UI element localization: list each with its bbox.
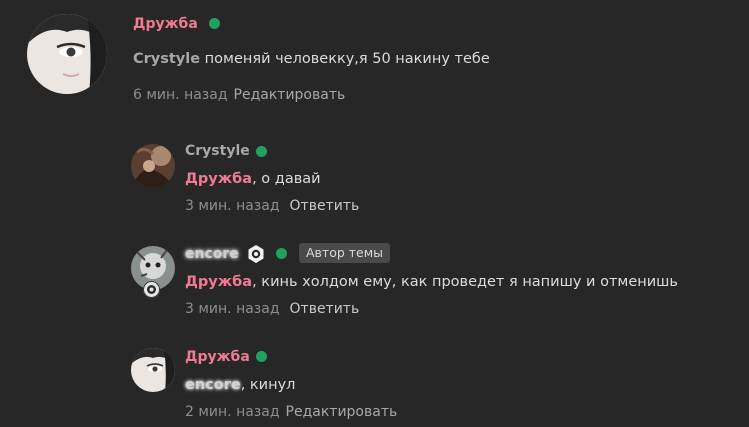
mention-link[interactable]: Дружба bbox=[185, 274, 252, 290]
comment-meta: 3 мин. назад Ответить bbox=[185, 300, 359, 318]
mention-link[interactable]: Дружба bbox=[185, 171, 252, 187]
comment-body: , о давай bbox=[252, 171, 321, 187]
comment-time: 2 мин. назад bbox=[185, 404, 280, 420]
comment-text: Crystyle поменяй человекку,я 50 накину т… bbox=[133, 49, 490, 69]
comment-body: , кинул bbox=[240, 377, 296, 393]
avatar[interactable] bbox=[131, 348, 175, 392]
comment-text: encore, кинул bbox=[185, 375, 295, 395]
topic-author-badge: Автор темы bbox=[299, 243, 391, 263]
mention-link[interactable]: encore bbox=[185, 377, 241, 393]
mention-link[interactable]: Crystyle bbox=[133, 51, 200, 67]
comment-thread: Дружба Crystyle поменяй человекку,я 50 н… bbox=[0, 0, 749, 427]
comment-text: Дружба, кинь холдом ему, как проведет я … bbox=[185, 272, 678, 292]
comment-author[interactable]: Дружба bbox=[185, 348, 250, 366]
avatar[interactable] bbox=[27, 14, 107, 94]
reply-button[interactable]: Ответить bbox=[290, 301, 360, 317]
online-status-icon bbox=[256, 146, 267, 157]
comment-author[interactable]: Crystyle bbox=[185, 142, 250, 160]
comment-time: 6 мин. назад bbox=[133, 87, 228, 103]
comment-time: 3 мин. назад bbox=[185, 301, 280, 317]
comment-time: 3 мин. назад bbox=[185, 198, 280, 214]
avatar[interactable] bbox=[131, 144, 175, 188]
online-status-icon bbox=[256, 351, 267, 362]
eye-badge-icon bbox=[143, 281, 160, 298]
reply-button[interactable]: Ответить bbox=[290, 198, 360, 214]
edit-button[interactable]: Редактировать bbox=[234, 87, 346, 103]
comment-body: поменяй человекку,я 50 накину тебе bbox=[200, 51, 490, 67]
comment-meta: 6 мин. назад Редактировать bbox=[133, 86, 345, 104]
comment-text: Дружба, о давай bbox=[185, 169, 321, 189]
comment-author[interactable]: Дружба bbox=[133, 15, 198, 33]
comment-body: , кинь холдом ему, как проведет я напишу… bbox=[252, 274, 678, 290]
comment-meta: 3 мин. назад Ответить bbox=[185, 197, 359, 215]
shield-icon bbox=[246, 244, 266, 264]
online-status-icon bbox=[276, 248, 287, 259]
edit-button[interactable]: Редактировать bbox=[286, 404, 398, 420]
comment-author[interactable]: encore bbox=[185, 245, 239, 263]
comment-meta: 2 мин. назад Редактировать bbox=[185, 403, 397, 421]
online-status-icon bbox=[209, 18, 220, 29]
